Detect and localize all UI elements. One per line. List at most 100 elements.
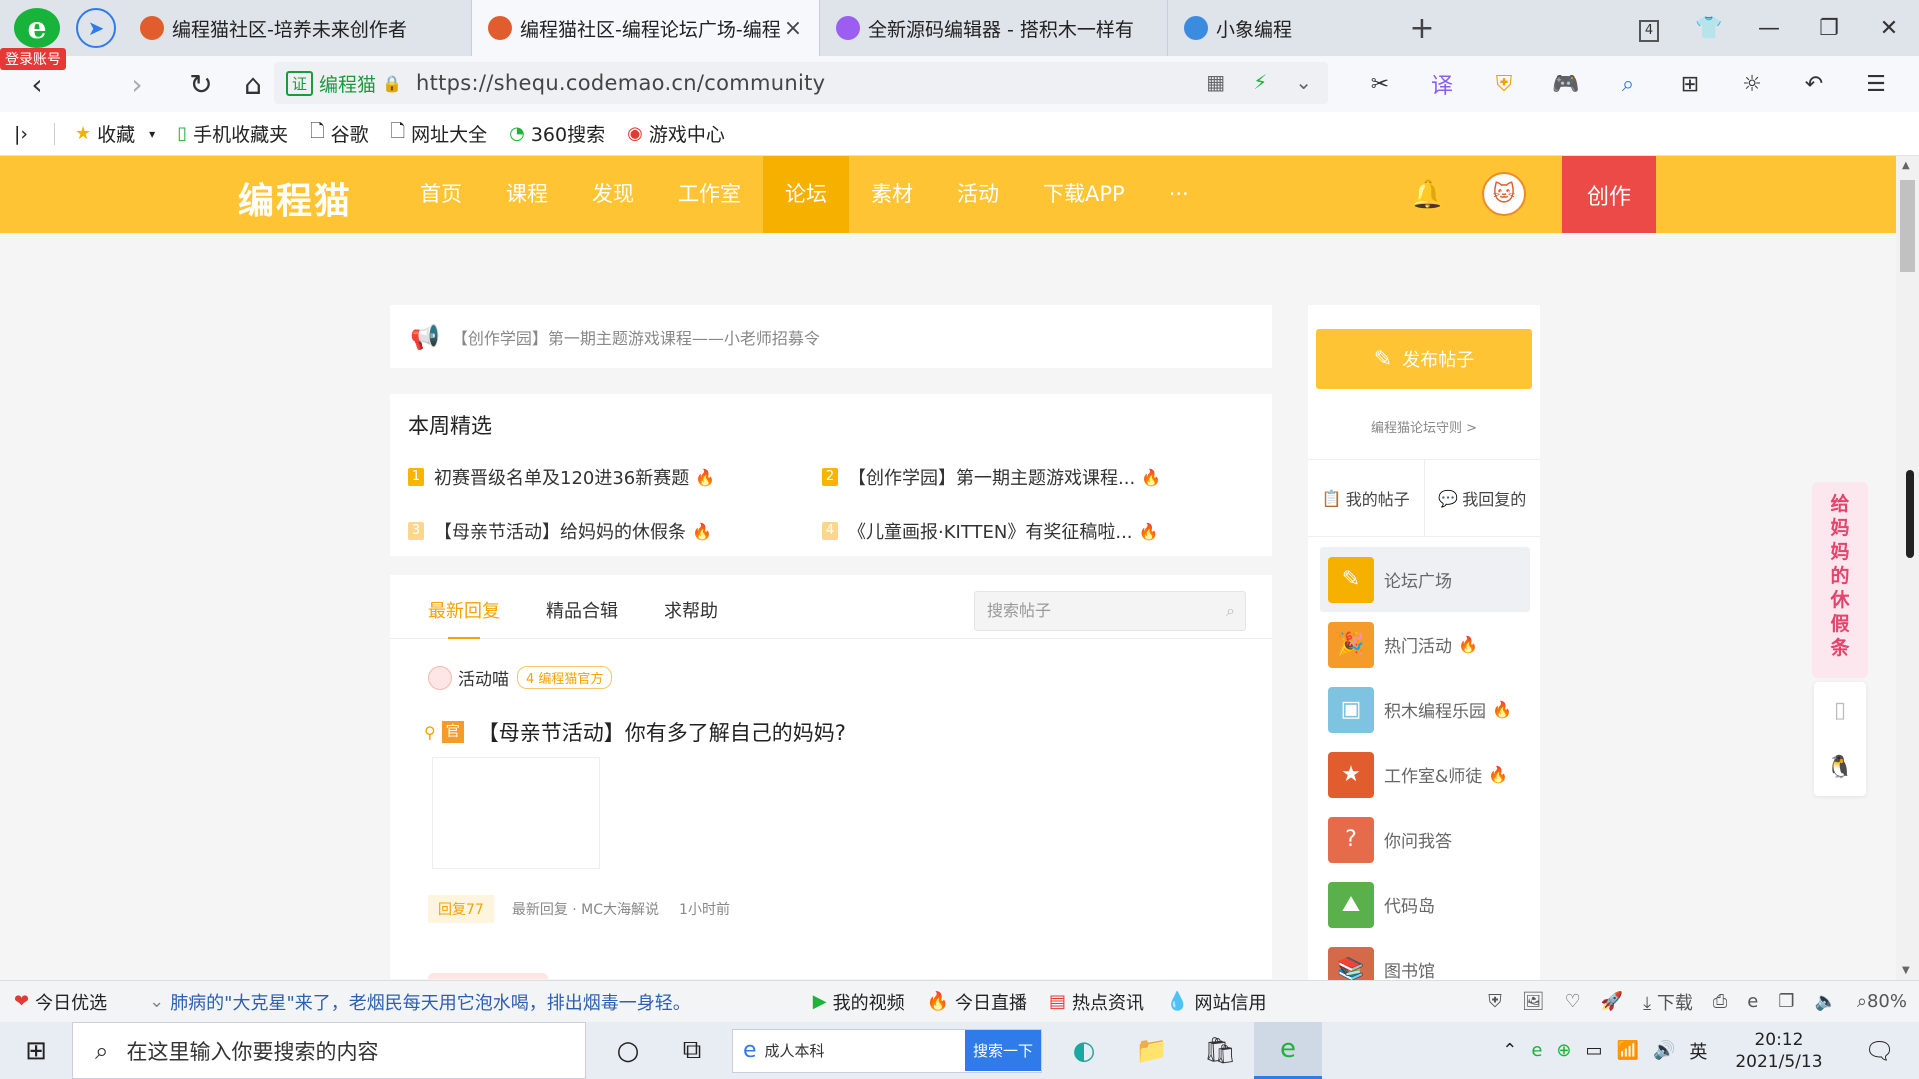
wifi-icon[interactable]: 📶 xyxy=(1617,1040,1639,1061)
forward-button[interactable]: › xyxy=(112,68,162,101)
my-posts-link[interactable]: 📋 我的帖子 xyxy=(1308,460,1425,536)
navigate-icon[interactable]: ➤ xyxy=(76,8,116,48)
nav-discover[interactable]: 发现 xyxy=(570,156,656,233)
minimize-button[interactable]: — xyxy=(1739,16,1799,41)
sidebar-toggle-icon[interactable]: |› xyxy=(14,123,28,145)
nav-home[interactable]: 首页 xyxy=(398,156,484,233)
menu-code-island[interactable]: ⛰ 代码岛 xyxy=(1320,872,1530,937)
post-author[interactable]: 活动喵 4 编程猫官方 xyxy=(428,665,613,690)
menu-icon[interactable]: ☰ xyxy=(1856,68,1896,100)
edge-icon[interactable]: ◐ xyxy=(1050,1022,1118,1079)
publish-post-button[interactable]: ✎ 发布帖子 xyxy=(1316,329,1532,389)
browser-tab-4[interactable]: 小象编程 xyxy=(1168,0,1388,56)
rocket-icon[interactable]: 🚀 xyxy=(1601,991,1623,1012)
chevron-up-icon[interactable]: ⌃ xyxy=(1502,1040,1517,1061)
ie-search-button[interactable]: 搜索一下 xyxy=(964,1030,1041,1071)
shirt-icon[interactable]: 👕 xyxy=(1679,16,1739,41)
today-picks[interactable]: ❤ 今日优选 xyxy=(14,989,107,1015)
360-browser-icon[interactable]: e xyxy=(1254,1022,1322,1079)
360-tray-icon[interactable]: e xyxy=(1531,1040,1542,1061)
shield-icon[interactable]: ⛨ xyxy=(1484,68,1524,100)
battery-icon[interactable]: ▭ xyxy=(1586,1040,1603,1061)
menu-forum-square[interactable]: ✎ 论坛广场 xyxy=(1320,547,1530,612)
user-avatar[interactable]: 🐱 xyxy=(1482,172,1526,216)
menu-block-coding[interactable]: ▣ 积木编程乐园 🔥 xyxy=(1320,677,1530,742)
windows-start-icon[interactable]: ⊞ xyxy=(0,1036,72,1066)
certificate-icon[interactable]: 证 xyxy=(286,70,314,96)
menu-qa[interactable]: ? 你问我答 xyxy=(1320,807,1530,872)
weekly-item-4[interactable]: 4 《儿童画报·KITTEN》有奖征稿啦... 🔥 xyxy=(822,518,1158,544)
hot-news[interactable]: ▤ 热点资讯 xyxy=(1049,989,1144,1015)
close-tab-icon[interactable]: × xyxy=(783,16,803,41)
phone-icon[interactable]: ▯ xyxy=(1834,698,1846,723)
task-view-icon[interactable]: ⧉ xyxy=(660,1035,724,1066)
bookmark-google[interactable]: 🗋 谷歌 xyxy=(310,119,369,149)
cortana-icon[interactable]: ○ xyxy=(596,1036,660,1066)
address-bar[interactable]: 证 编程猫 🔒 https://shequ.codemao.cn/communi… xyxy=(274,62,1328,104)
bookmark-360search[interactable]: ◔ 360搜索 xyxy=(509,120,605,147)
maximize-button[interactable]: ❐ xyxy=(1799,16,1859,41)
author-name[interactable]: 活动喵 xyxy=(458,665,509,690)
window-icon[interactable]: ❐ xyxy=(1778,991,1794,1012)
health-icon[interactable]: ♡ xyxy=(1565,991,1581,1012)
nav-events[interactable]: 活动 xyxy=(935,156,1021,233)
bookmark-mobile[interactable]: ▯ 手机收藏夹 xyxy=(177,120,288,147)
zoom-control[interactable]: ⌕80% xyxy=(1857,991,1907,1012)
apps-grid-icon[interactable]: ⊞ xyxy=(1670,68,1710,100)
shield-icon[interactable]: ⛨ xyxy=(1488,991,1502,1012)
notification-icon[interactable]: 🗨 xyxy=(1851,1037,1909,1065)
nav-materials[interactable]: 素材 xyxy=(849,156,935,233)
nav-more[interactable]: ··· xyxy=(1147,156,1211,233)
search-icon[interactable]: ⌕ xyxy=(1226,592,1235,630)
scroll-down-icon[interactable]: ▼ xyxy=(1902,965,1910,976)
author-avatar[interactable] xyxy=(428,665,452,690)
post-thumbnail[interactable] xyxy=(432,757,600,869)
file-explorer-icon[interactable]: 📁 xyxy=(1118,1022,1186,1079)
site-logo[interactable]: 编程猫 xyxy=(238,172,352,224)
taskbar-search-input[interactable]: ⌕ 在这里输入你要搜索的内容 xyxy=(72,1022,586,1079)
speaker-icon[interactable]: 🔈 xyxy=(1814,991,1836,1012)
ie-mode-icon[interactable]: e xyxy=(1747,991,1758,1012)
bookmark-favorites[interactable]: ★ 收藏 ▾ xyxy=(75,120,155,147)
tab-count-button[interactable]: 4 xyxy=(1619,15,1679,42)
mothers-day-promo[interactable]: 给 妈 妈 的 休 假 条 xyxy=(1812,482,1868,678)
volume-icon[interactable]: 🔊 xyxy=(1653,1040,1675,1061)
search-input[interactable]: 搜索帖子 ⌕ xyxy=(974,591,1246,631)
nav-forum[interactable]: 论坛 xyxy=(763,156,849,233)
system-clock[interactable]: 20:12 2021/5/13 xyxy=(1735,1029,1822,1073)
gamepad-icon[interactable]: 🎮 xyxy=(1546,68,1586,100)
weekly-item-1[interactable]: 1 初赛晋级名单及120进36新赛题 🔥 xyxy=(408,464,715,490)
forum-rules-link[interactable]: 编程猫论坛守则 > xyxy=(1308,417,1540,436)
page-scrollbar[interactable]: ▲ ▼ xyxy=(1896,156,1919,980)
nav-studio[interactable]: 工作室 xyxy=(656,156,763,233)
my-replies-link[interactable]: 💬 我回复的 xyxy=(1425,460,1541,536)
image-icon[interactable]: 🖼 xyxy=(1522,991,1545,1012)
store-icon[interactable]: 🛍 xyxy=(1186,1022,1254,1079)
bookmark-game-center[interactable]: ◉ 游戏中心 xyxy=(627,120,725,147)
new-tab-button[interactable]: + xyxy=(1388,0,1456,56)
ime-indicator[interactable]: 英 xyxy=(1689,1038,1707,1064)
printer-icon[interactable]: ⎙ xyxy=(1713,991,1727,1012)
weekly-item-2[interactable]: 2 【创作学园】第一期主题游戏课程... 🔥 xyxy=(822,464,1161,490)
create-button[interactable]: 创作 xyxy=(1562,156,1656,233)
url-text[interactable]: https://shequ.codemao.cn/community xyxy=(416,71,825,95)
refresh-button[interactable]: ↻ xyxy=(176,68,226,101)
scrollbar-thumb[interactable] xyxy=(1900,180,1915,272)
tab-help[interactable]: 求帮助 xyxy=(664,597,718,623)
taskbar-ie-search[interactable]: e 成人本科 搜索一下 xyxy=(732,1028,1042,1073)
login-badge[interactable]: 登录账号 xyxy=(0,48,66,70)
speed-mode-icon[interactable]: ⚡ xyxy=(1253,70,1267,94)
next-post-author[interactable] xyxy=(428,973,548,979)
notice-bar[interactable]: 📢 【创作学园】第一期主题游戏课程——小老师招募令 xyxy=(390,305,1272,368)
browser-tab-3[interactable]: 全新源码编辑器 - 搭积木一样有 xyxy=(820,0,1168,56)
post-title[interactable]: ⚲ 官 【母亲节活动】你有多了解自己的妈妈? xyxy=(424,717,846,747)
translate-icon[interactable]: 译 xyxy=(1422,68,1462,100)
360-safe-icon[interactable]: ⊕ xyxy=(1556,1040,1571,1061)
my-video[interactable]: ▶ 我的视频 xyxy=(813,989,905,1015)
weekly-item-3[interactable]: 3 【母亲节活动】给妈妈的休假条 🔥 xyxy=(408,518,712,544)
site-credit[interactable]: 💧 网站信用 xyxy=(1166,989,1266,1015)
menu-studio-mentor[interactable]: ★ 工作室&师徒 🔥 xyxy=(1320,742,1530,807)
download-button[interactable]: ⤓ 下载 xyxy=(1643,989,1693,1015)
tab-featured[interactable]: 精品合辑 xyxy=(546,597,618,623)
back-button[interactable]: ‹ xyxy=(12,68,62,101)
